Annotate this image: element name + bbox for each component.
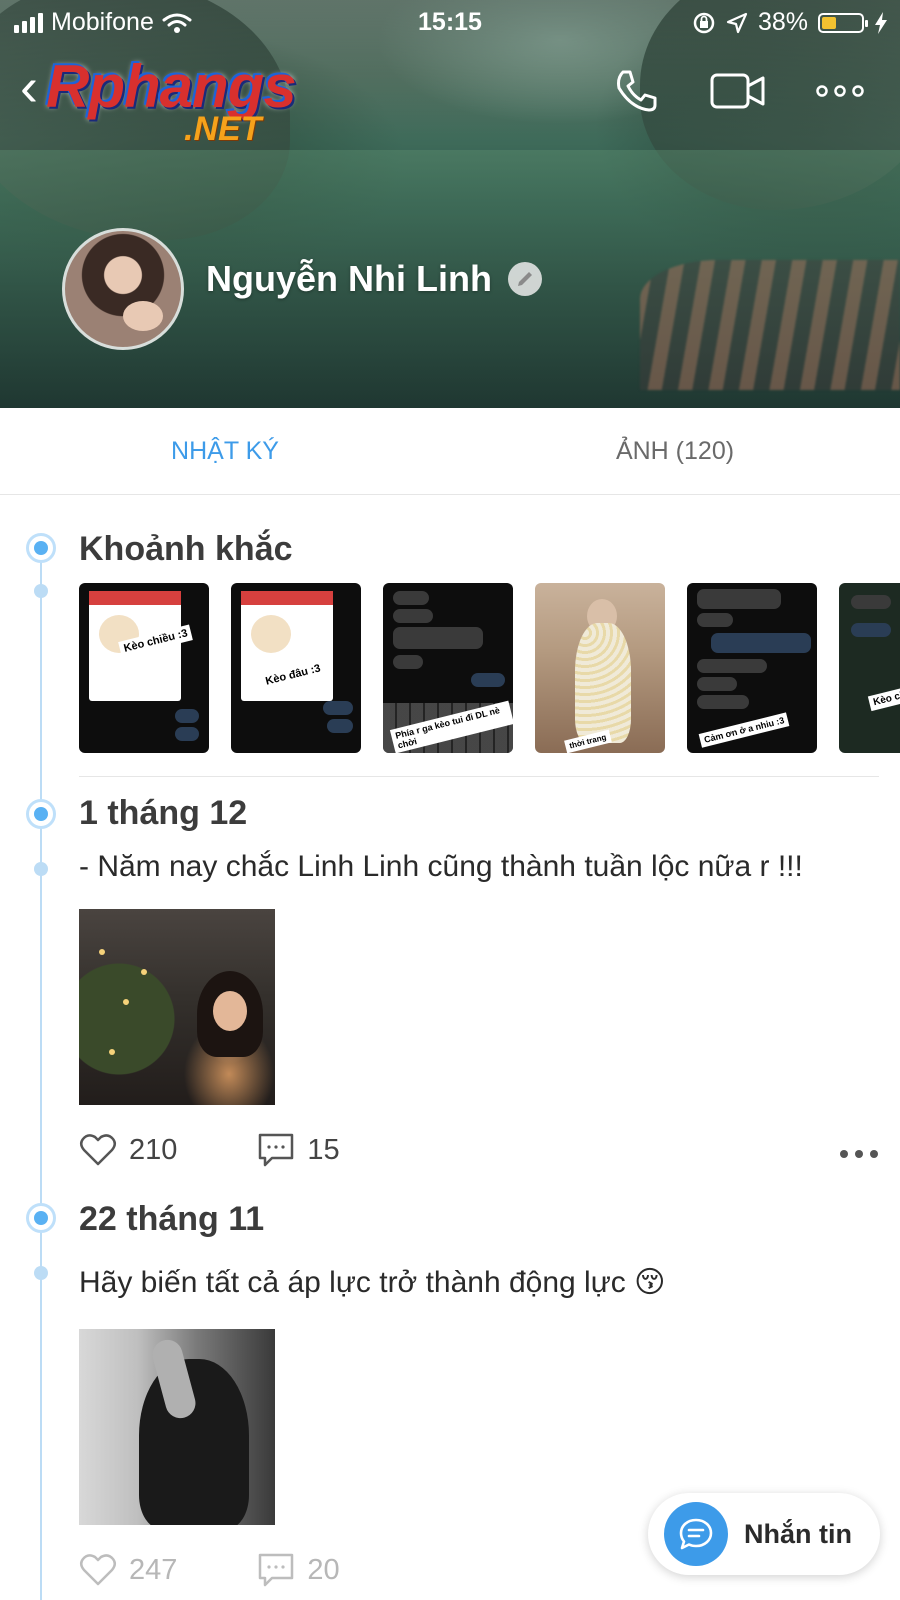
location-icon [726, 12, 748, 33]
comment-count: 15 [307, 1133, 340, 1166]
timeline-line [40, 548, 42, 1600]
timeline-dot-small [34, 1266, 48, 1280]
battery-percent: 38% [757, 8, 808, 36]
like-button[interactable]: 247 [79, 1553, 177, 1587]
post-photo[interactable] [79, 1329, 275, 1525]
moment-thumbnail[interactable]: Cảm ơn ở a nhiu :3 [687, 583, 817, 753]
moment-sticker: Cảm ơn ở a nhiu :3 [698, 712, 790, 748]
post-photo[interactable] [79, 909, 275, 1105]
status-bar: Mobifone 15:15 38% [0, 0, 900, 44]
section-divider [79, 776, 879, 777]
timeline-dot-small [34, 862, 48, 876]
logo-suffix: .NET [184, 110, 262, 148]
like-count: 247 [129, 1553, 178, 1586]
heart-icon [80, 1554, 116, 1586]
message-button[interactable]: Nhắn tin [648, 1493, 880, 1575]
watermark-logo: Rphangs .NET [40, 52, 320, 152]
battery-icon [818, 12, 868, 33]
heart-icon [80, 1134, 116, 1166]
message-button-label: Nhắn tin [744, 1518, 852, 1549]
profile-name: Nguyễn Nhi Linh [206, 258, 492, 299]
timeline-dot [26, 799, 56, 829]
post-date: 22 tháng 11 [79, 1200, 265, 1238]
rotation-lock-icon [693, 12, 715, 33]
video-call-icon[interactable] [710, 66, 766, 116]
chat-icon [664, 1502, 728, 1566]
moment-sticker: Kèo chi [867, 685, 900, 712]
moments-strip[interactable]: Kèo chiều :3 Kèo đâu :3 Phía r ga kèo tu… [79, 583, 900, 753]
timeline-dot-small [34, 584, 48, 598]
moments-title: Khoảnh khắc [79, 530, 293, 568]
post-date: 1 tháng 12 [79, 794, 248, 832]
post-more-icon[interactable] [839, 1134, 879, 1167]
more-icon[interactable] [812, 66, 868, 116]
cover-boats [640, 260, 900, 390]
charging-icon [875, 11, 887, 34]
comment-button[interactable]: 15 [257, 1132, 340, 1168]
tab-anh[interactable]: ẢNH (120) [450, 408, 900, 494]
moment-thumbnail[interactable]: Phía r ga kèo tui đi DL nè chời [383, 583, 513, 753]
comment-button[interactable]: 20 [257, 1552, 340, 1588]
tab-nhat-ky[interactable]: NHẬT KÝ [0, 408, 450, 494]
timeline-dot [26, 1203, 56, 1233]
avatar[interactable] [62, 228, 184, 350]
comment-icon [259, 1553, 294, 1587]
moment-thumbnail[interactable]: Kèo chiều :3 [79, 583, 209, 753]
post-text: Hãy biến tất cả áp lực trở thành động lự… [79, 1266, 666, 1299]
pencil-icon[interactable] [507, 262, 542, 296]
like-button[interactable]: 210 [79, 1133, 177, 1167]
like-count: 210 [129, 1133, 178, 1166]
post-text: - Năm nay chắc Linh Linh cũng thành tuần… [79, 850, 803, 883]
comment-count: 20 [307, 1553, 340, 1586]
moment-thumbnail[interactable]: Kèo chi [839, 583, 900, 753]
moment-thumbnail[interactable]: Kèo đâu :3 [231, 583, 361, 753]
post-actions: 210 15 [79, 1130, 879, 1170]
phone-icon[interactable] [608, 66, 664, 116]
comment-icon [259, 1133, 294, 1167]
profile-tabs: NHẬT KÝ ẢNH (120) [0, 408, 900, 495]
timeline-dot [26, 533, 56, 563]
moment-thumbnail[interactable]: thời trang [535, 583, 665, 753]
